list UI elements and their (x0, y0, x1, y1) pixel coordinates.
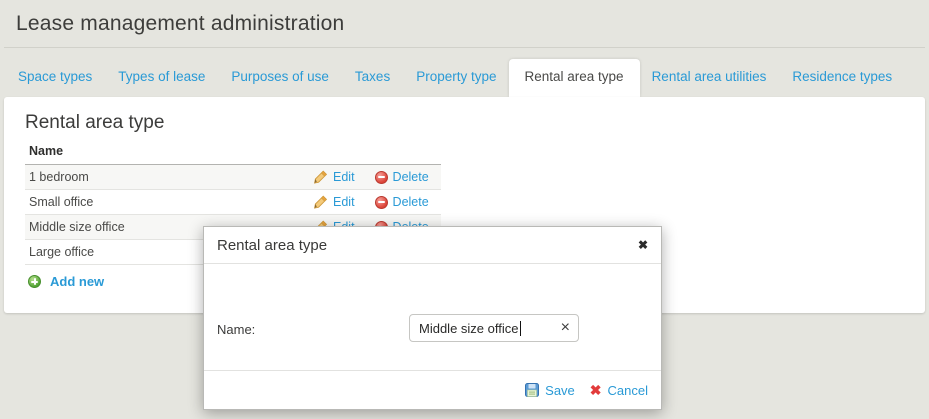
page-header: Lease management administration (4, 0, 925, 48)
cancel-button[interactable]: ✖ Cancel (590, 383, 648, 398)
section-heading: Rental area type (4, 97, 925, 144)
delete-button[interactable]: Delete (375, 195, 429, 209)
text-caret (520, 321, 521, 336)
tab-types-of-lease[interactable]: Types of lease (118, 69, 205, 97)
pencil-icon (313, 170, 328, 184)
add-new-label: Add new (50, 274, 104, 289)
delete-circle-icon (375, 171, 388, 184)
table-row: 1 bedroom Edit Delete (25, 165, 441, 190)
tab-residence-types[interactable]: Residence types (792, 69, 892, 97)
name-field-label: Name: (217, 322, 255, 337)
tab-rental-area-type[interactable]: Rental area type (509, 59, 640, 97)
tab-bar: Space types Types of lease Purposes of use… (0, 48, 929, 97)
save-label: Save (545, 383, 575, 398)
rental-area-type-dialog: Rental area type ✖ Name: × (203, 226, 662, 410)
floppy-disk-icon (525, 383, 539, 397)
edit-button[interactable]: Edit (313, 170, 355, 184)
table-row: Small office Edit Delete (25, 190, 441, 215)
delete-button[interactable]: Delete (375, 170, 429, 184)
table-header-row: Name (25, 144, 441, 165)
add-new-button[interactable]: Add new (28, 274, 104, 289)
page: Lease management administration Space ty… (0, 0, 929, 419)
column-header-actions (311, 144, 441, 165)
page-title: Lease management administration (16, 12, 344, 36)
clear-input-icon[interactable]: × (561, 317, 570, 339)
tab-rental-area-utilities[interactable]: Rental area utilities (652, 69, 767, 97)
cancel-label: Cancel (608, 383, 648, 398)
row-name: Small office (25, 190, 311, 215)
dialog-header: Rental area type ✖ (204, 227, 661, 264)
row-name: 1 bedroom (25, 165, 311, 190)
pencil-icon (313, 195, 328, 209)
dialog-title: Rental area type (217, 237, 327, 254)
tab-taxes[interactable]: Taxes (355, 69, 390, 97)
add-plus-icon (28, 275, 41, 288)
cancel-x-icon: ✖ (590, 383, 602, 397)
tab-space-types[interactable]: Space types (18, 69, 92, 97)
column-header-name: Name (25, 144, 311, 165)
close-icon[interactable]: ✖ (638, 239, 648, 251)
delete-circle-icon (375, 196, 388, 209)
tab-purposes-of-use[interactable]: Purposes of use (231, 69, 329, 97)
edit-button[interactable]: Edit (313, 195, 355, 209)
dialog-body: Name: × (204, 264, 661, 371)
edit-label: Edit (333, 170, 355, 184)
dialog-footer: Save ✖ Cancel (204, 370, 661, 409)
name-input-wrapper: × (409, 314, 579, 342)
save-button[interactable]: Save (525, 383, 575, 398)
delete-label: Delete (393, 170, 429, 184)
tab-property-type[interactable]: Property type (416, 69, 496, 97)
delete-label: Delete (393, 195, 429, 209)
name-input[interactable] (410, 315, 550, 341)
edit-label: Edit (333, 195, 355, 209)
